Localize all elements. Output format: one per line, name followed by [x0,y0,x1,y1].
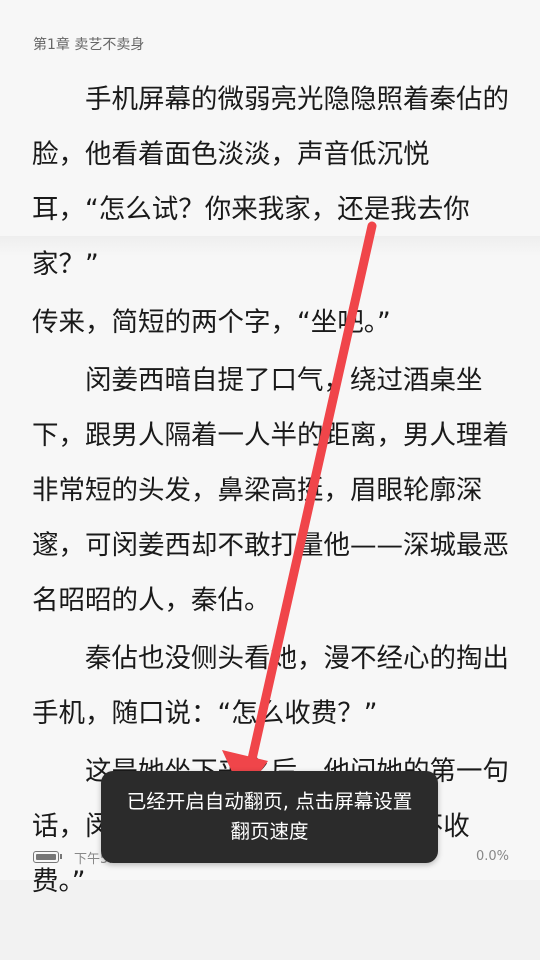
paragraph: 秦佔也没侧头看她，漫不经心的掏出手机，随口说：“怎么收费？” [32,643,509,729]
chapter-title: 第1章 卖艺不卖身 [33,37,145,53]
paragraph: 传来，简短的两个字，“坐吧。” [32,307,391,338]
battery-tip [60,854,62,859]
reader-page[interactable]: 第1章 卖艺不卖身 手机屏幕的微弱亮光隐隐照着秦佔的脸，他看着面色淡淡，声音低沉… [0,0,540,897]
reading-progress: 0.0% [475,849,509,864]
battery-icon [33,851,59,863]
paragraph: 闵姜西暗自提了口气，绕过酒桌坐下，跟男人隔着一人半的距离，男人理着非常短的头发，… [32,365,509,616]
paragraph: 手机屏幕的微弱亮光隐隐照着秦佔的脸，他看着面色淡淡，声音低沉悦耳，“怎么试？你来… [32,84,509,280]
auto-page-toast: 已经开启自动翻页, 点击屏幕设置翻页速度 [101,771,438,863]
toast-message: 已经开启自动翻页, 点击屏幕设置翻页速度 [126,790,413,843]
